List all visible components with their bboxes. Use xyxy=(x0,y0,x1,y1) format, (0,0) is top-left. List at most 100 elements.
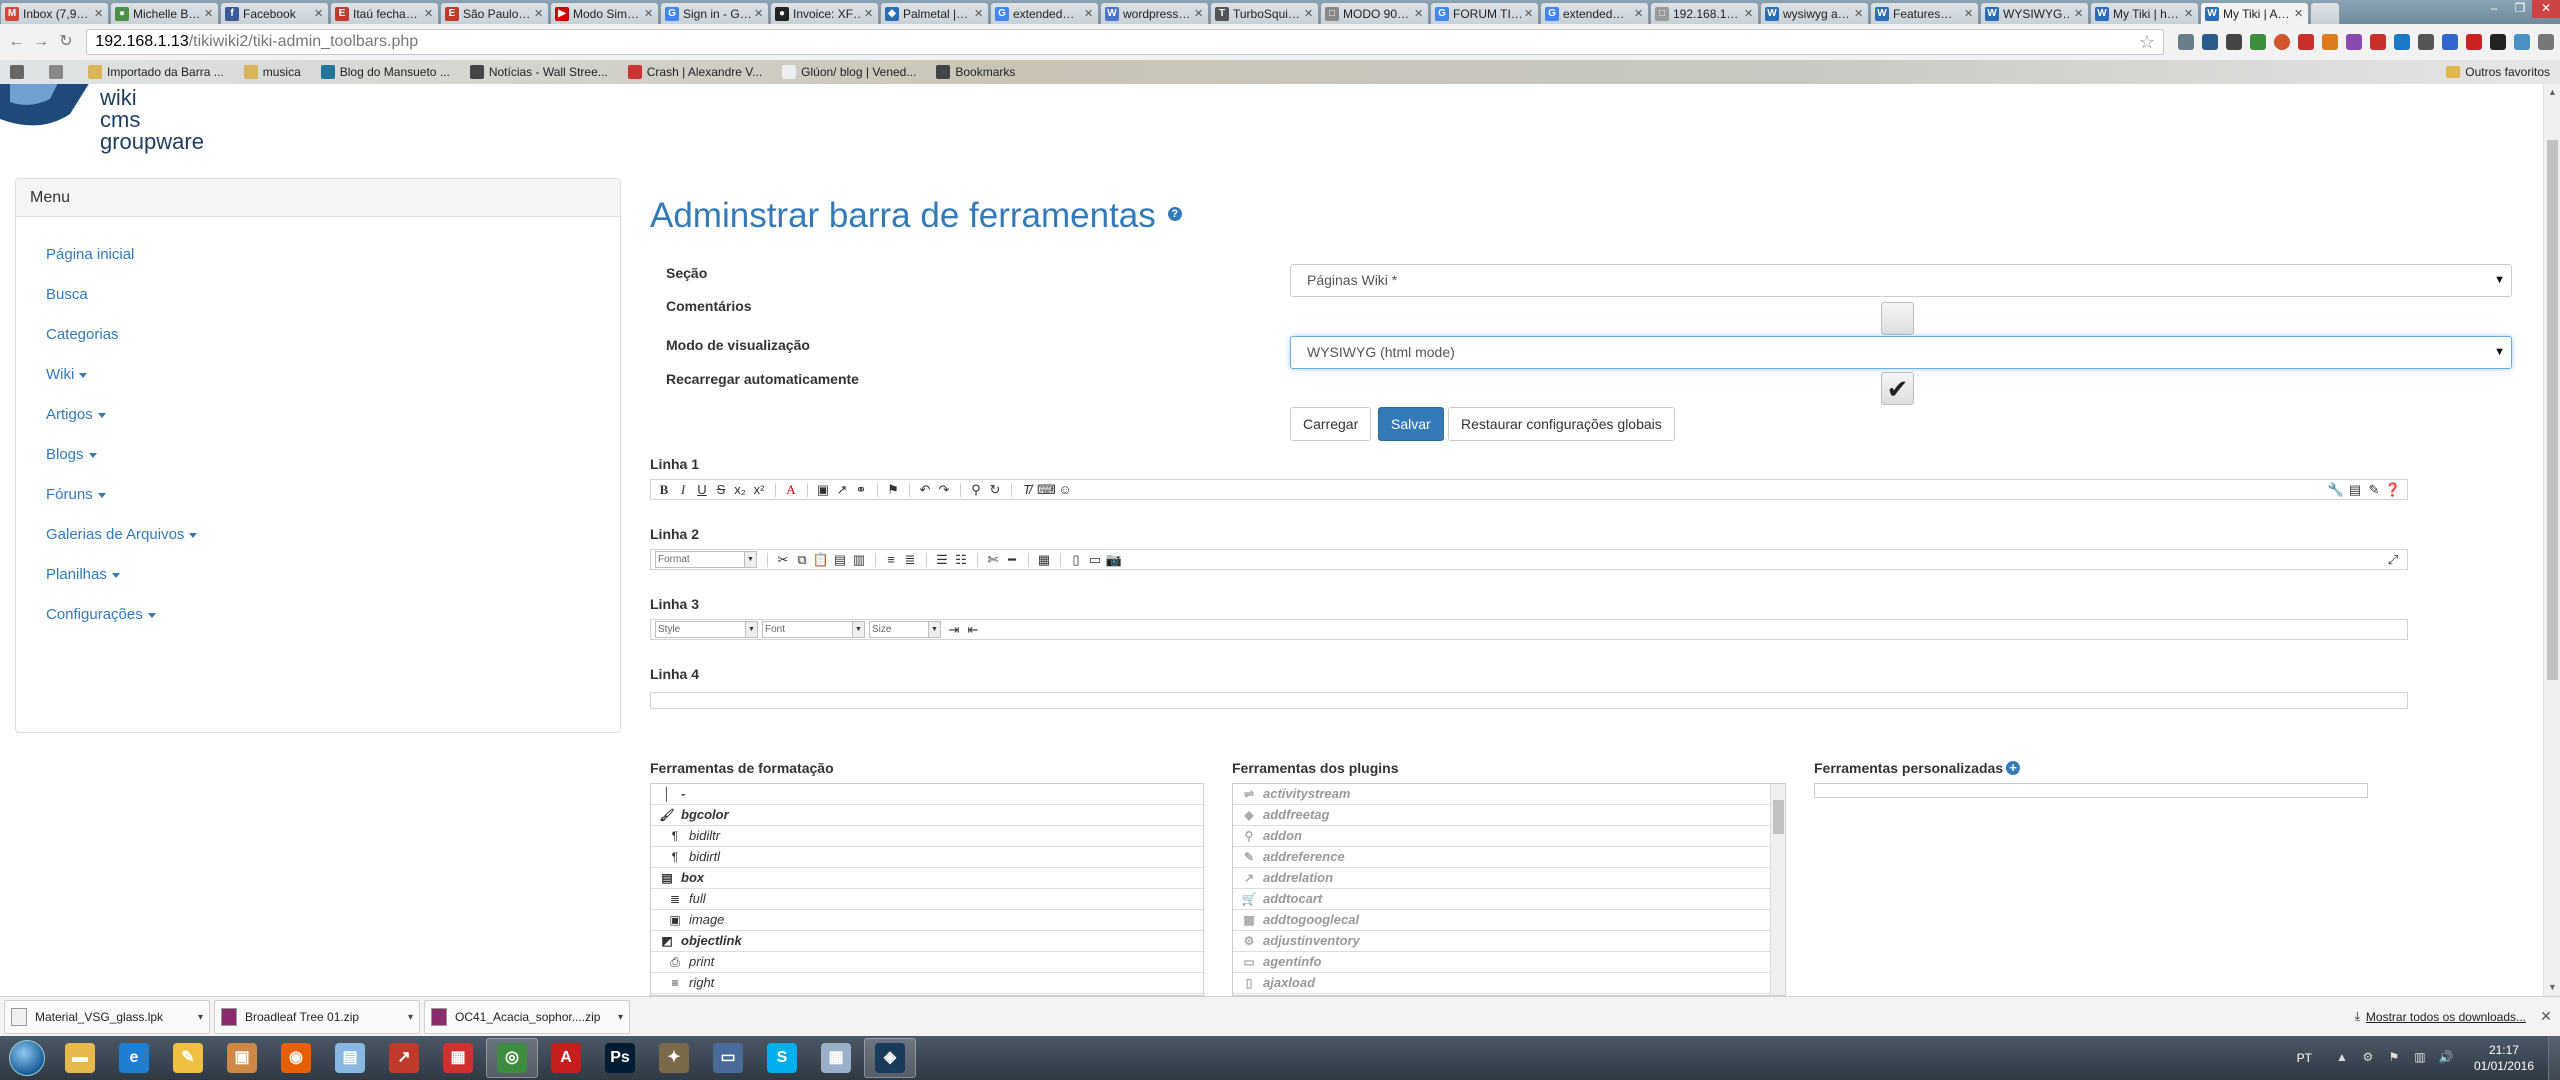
menu-item[interactable]: Galerias de Arquivos xyxy=(46,515,620,555)
wrench-icon[interactable]: 🔧 xyxy=(2327,481,2345,499)
flag-icon[interactable]: ⚑ xyxy=(2386,1050,2402,1066)
taskbar-notes-button[interactable]: ▤ xyxy=(324,1038,376,1078)
plugin-list-scroll-thumb[interactable] xyxy=(1773,800,1784,834)
extension-icon[interactable] xyxy=(2394,34,2410,50)
taskbar-firefox-button[interactable]: ◉ xyxy=(270,1038,322,1078)
menu-item[interactable]: Planilhas xyxy=(46,555,620,595)
superscript-icon[interactable]: x² xyxy=(750,481,768,499)
browser-tab[interactable]: E Itaú fecha… ✕ xyxy=(330,2,439,24)
tab-close-icon[interactable]: ✕ xyxy=(864,7,874,20)
bookmark-item[interactable]: musica xyxy=(243,65,301,79)
numbered-list-icon[interactable]: ☷ xyxy=(952,551,970,569)
network-icon[interactable]: ▥ xyxy=(2412,1050,2428,1066)
taskbar-calc-button[interactable]: ▦ xyxy=(810,1038,862,1078)
bookmark-item[interactable]: Notícias - Wall Stree... xyxy=(469,65,608,79)
horizontal-rule-icon[interactable]: ━ xyxy=(1003,551,1021,569)
chevron-down-icon[interactable]: ▾ xyxy=(198,1001,203,1035)
custom-tools-list[interactable] xyxy=(1814,783,2368,798)
taskbar-display-button[interactable]: ▭ xyxy=(702,1038,754,1078)
plugin-tool-item[interactable]: ↗ addrelation xyxy=(1233,868,1770,889)
minimize-icon[interactable]: – xyxy=(2480,0,2508,18)
help-circle-icon[interactable]: ❓ xyxy=(2384,481,2402,499)
text-color-icon[interactable]: A xyxy=(782,481,800,499)
download-item[interactable]: OC41_Acacia_sophor....zip ▾ xyxy=(424,999,630,1035)
taskbar-box-button[interactable]: ▣ xyxy=(216,1038,268,1078)
browser-tab[interactable]: W Features… ✕ xyxy=(1870,2,1979,24)
tray-arrow-icon[interactable]: ▲ xyxy=(2334,1050,2350,1066)
add-custom-tool-icon[interactable]: + xyxy=(2006,761,2021,776)
close-window-icon[interactable]: ✕ xyxy=(2532,0,2560,18)
toolbar-line2[interactable]: Format ▼ ✂ ⧉ 📋 ▤ ▥ ≡ ≣ ☰ ☷ ✄ ━ ▦ ▯ ▭ 📷 ⤢ xyxy=(650,549,2408,570)
outdent-icon[interactable]: ⇤ xyxy=(964,621,982,639)
browser-tab[interactable]: W My Tiki | h… ✕ xyxy=(2090,2,2199,24)
extension-icon[interactable] xyxy=(2274,34,2290,50)
plugin-tool-item[interactable]: ⚲ addon xyxy=(1233,826,1770,847)
chevron-down-icon[interactable]: ▾ xyxy=(618,1001,623,1035)
remove-format-icon[interactable]: T̸ xyxy=(1018,481,1036,499)
formatting-tool-item[interactable]: ≣ full xyxy=(651,889,1203,910)
page-scroll-thumb[interactable] xyxy=(2547,140,2558,680)
browser-tab[interactable]: W WYSIWYG… ✕ xyxy=(1980,2,2089,24)
tab-close-icon[interactable]: ✕ xyxy=(1084,7,1094,20)
undo-icon[interactable]: ↶ xyxy=(916,481,934,499)
browser-tab[interactable]: Gextended… ✕ xyxy=(990,2,1099,24)
back-icon[interactable]: ← xyxy=(6,31,27,53)
extension-icon[interactable] xyxy=(2202,34,2218,50)
align-left-icon[interactable]: ≡ xyxy=(882,551,900,569)
fullscreen-icon[interactable]: ⤢ xyxy=(2384,551,2402,569)
formatting-tools-list[interactable]: │ - 🖌 bgcolor ¶ bidiltr ¶ bidirtl ▤ box ≣ full ▣ imag… xyxy=(650,783,1204,996)
extension-icon[interactable] xyxy=(2514,34,2530,50)
taskbar-chrome-button[interactable]: ◎ xyxy=(486,1038,538,1078)
plugin-tool-item[interactable]: ✎ addreference xyxy=(1233,847,1770,868)
extension-icon[interactable] xyxy=(2418,34,2434,50)
url-input[interactable]: 192.168.1.13/tikiwiki2/tiki-admin_toolba… xyxy=(86,29,2164,55)
autoreload-checkbox[interactable]: ✔ xyxy=(1881,372,1914,405)
new-tab-button[interactable] xyxy=(2310,2,2340,24)
redo-icon[interactable]: ↷ xyxy=(935,481,953,499)
tab-close-icon[interactable]: ✕ xyxy=(974,7,984,20)
tab-close-icon[interactable]: ✕ xyxy=(1304,7,1314,20)
plugin-tool-item[interactable]: ▯ ajaxload xyxy=(1233,973,1770,994)
plugin-tools-list[interactable]: ⇌ activitystream ◆ addfreetag ⚲ addon ✎ addrefe… xyxy=(1232,783,1786,996)
subscript-icon[interactable]: x₂ xyxy=(731,481,749,499)
tab-close-icon[interactable]: ✕ xyxy=(424,7,434,20)
taskbar-ie-button[interactable]: e xyxy=(108,1038,160,1078)
extension-icon[interactable] xyxy=(2250,34,2266,50)
tiki-logo[interactable]: wiki cms groupware xyxy=(0,84,260,164)
browser-tab[interactable]: T TurboSqui… ✕ xyxy=(1210,2,1319,24)
tab-close-icon[interactable]: ✕ xyxy=(1524,7,1534,20)
toolbar-line1[interactable]: B I U S x₂ x² A ▣ ↗ ⚭ ⚑ ↶ ↷ ⚲ ↻ T̸ ⌨ ☺ 🔧 xyxy=(650,479,2408,500)
menu-item[interactable]: Categorias xyxy=(46,315,620,355)
taskbar-skype-button[interactable]: S xyxy=(756,1038,808,1078)
toolbar-line4[interactable] xyxy=(650,692,2408,709)
browser-tab[interactable]: □ MODO 90… ✕ xyxy=(1320,2,1429,24)
formatting-tool-item[interactable]: ⎙ print xyxy=(651,952,1203,973)
tab-close-icon[interactable]: ✕ xyxy=(1964,7,1974,20)
tab-close-icon[interactable]: ✕ xyxy=(2074,7,2084,20)
extension-icon[interactable] xyxy=(2466,34,2482,50)
formatting-tool-item[interactable]: ▤ box xyxy=(651,868,1203,889)
formatting-tool-item[interactable]: ¶ bidirtl xyxy=(651,847,1203,868)
tab-close-icon[interactable]: ✕ xyxy=(644,7,654,20)
extension-icon[interactable] xyxy=(2346,34,2362,50)
formatting-tool-item[interactable]: ▣ image xyxy=(651,910,1203,931)
tab-close-icon[interactable]: ✕ xyxy=(2184,7,2194,20)
close-downloads-icon[interactable]: ✕ xyxy=(2538,1008,2554,1025)
taskbar-explorer-button[interactable]: ▬ xyxy=(54,1038,106,1078)
taskbar-gimp-button[interactable]: ✦ xyxy=(648,1038,700,1078)
indent-icon[interactable]: ⇥ xyxy=(945,621,963,639)
taskbar-photoshop-button[interactable]: Ps xyxy=(594,1038,646,1078)
copy-icon[interactable]: ⧉ xyxy=(793,551,811,569)
align-center-icon[interactable]: ≣ xyxy=(901,551,919,569)
template-icon[interactable]: ▭ xyxy=(1086,551,1104,569)
download-item[interactable]: Broadleaf Tree 01.zip ▾ xyxy=(214,999,420,1034)
menu-item[interactable]: Página inicial xyxy=(46,235,620,275)
style-combo[interactable]: Style ▼ xyxy=(655,621,758,638)
tab-close-icon[interactable]: ✕ xyxy=(94,7,104,20)
other-bookmarks-folder[interactable]: Outros favoritos xyxy=(2446,65,2550,79)
tab-close-icon[interactable]: ✕ xyxy=(2294,7,2304,20)
underline-icon[interactable]: U xyxy=(693,481,711,499)
bookmark-item[interactable]: Glúon/ blog | Vened... xyxy=(782,65,916,79)
view-mode-select[interactable]: WYSIWYG (html mode) ▼ xyxy=(1290,336,2512,369)
browser-tab[interactable]: E São Paulo… ✕ xyxy=(440,2,549,24)
